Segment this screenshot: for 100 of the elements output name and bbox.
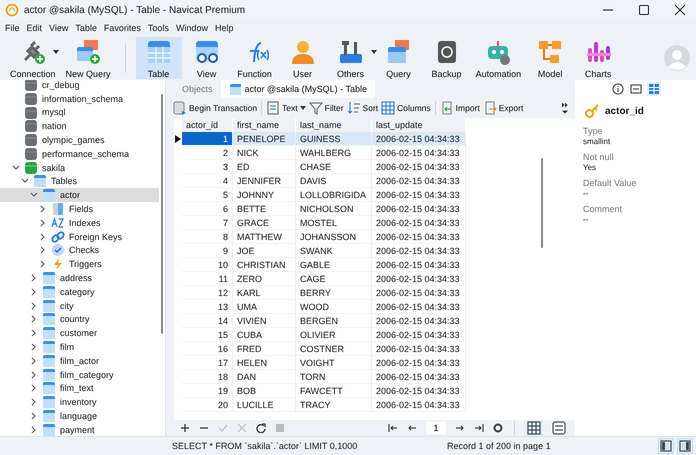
expand-icon[interactable] [30, 370, 38, 379]
toolbar-button[interactable]: Import [438, 101, 481, 115]
toolbar-button[interactable]: Sort [346, 101, 380, 115]
tree-item[interactable]: nation [0, 119, 159, 134]
toolbar-button[interactable]: Charts [575, 37, 622, 79]
maximize-icon[interactable] [638, 4, 650, 16]
pane-toggle-button[interactable] [677, 438, 693, 454]
view-button[interactable] [551, 420, 567, 436]
refresh-icon[interactable] [256, 423, 266, 433]
next-page-icon[interactable] [455, 423, 465, 433]
page-field[interactable]: 1 [426, 422, 446, 434]
tree-item[interactable]: Tables [0, 174, 159, 188]
tree-item[interactable]: Triggers [0, 257, 159, 272]
expand-icon[interactable] [30, 398, 38, 406]
expand-icon[interactable] [30, 343, 38, 352]
toolbar-button[interactable]: View [184, 37, 230, 79]
tree-item[interactable]: mysql [0, 106, 159, 120]
toolbar-button[interactable]: Function [232, 37, 278, 79]
toolbar-button[interactable]: Query [376, 37, 422, 79]
tree-item[interactable]: country [0, 312, 159, 326]
tab[interactable]: Objects [174, 80, 221, 98]
tree-item[interactable]: sakila [0, 160, 159, 175]
toolbar-button[interactable]: Begin Transaction [172, 101, 258, 115]
toolbar-button[interactable]: Export [482, 101, 524, 115]
add-icon[interactable] [180, 423, 190, 433]
tree-item[interactable]: film_text [0, 382, 159, 396]
expand-icon[interactable] [39, 232, 47, 241]
tab[interactable]: actor @sakila (MySQL) - Table [220, 80, 376, 98]
toolbar-button[interactable]: Connection [6, 37, 60, 79]
tree-item[interactable]: cr_debug [0, 80, 159, 92]
first-page-icon[interactable] [388, 423, 398, 433]
previous-page-icon[interactable] [407, 423, 417, 433]
toolbar-button[interactable]: New Query [62, 37, 115, 79]
tree-item[interactable]: Indexes [0, 216, 159, 230]
collapse-icon[interactable] [30, 191, 38, 200]
column-header[interactable]: last_update [372, 118, 466, 132]
toolbar-button[interactable]: Filter [308, 101, 345, 115]
tree-item[interactable]: payment [0, 422, 159, 436]
menu-item[interactable]: Tools [148, 23, 169, 33]
expand-icon[interactable] [30, 356, 38, 365]
tree-item[interactable]: category [0, 284, 159, 299]
expand-icon[interactable] [39, 205, 47, 214]
expand-icon[interactable] [30, 302, 38, 310]
tree-item[interactable]: film_category [0, 368, 159, 382]
toolbar-button[interactable]: Table [136, 37, 182, 79]
tree-item[interactable]: address [0, 271, 159, 285]
tree-item[interactable]: inventory [0, 395, 159, 410]
toolbar-button[interactable]: Others [328, 37, 374, 79]
table-cell: 7 [182, 216, 233, 230]
tree-item[interactable]: olympic_games [0, 133, 159, 147]
tree-item[interactable]: information_schema [0, 92, 159, 106]
collapse-icon[interactable] [12, 164, 20, 172]
tree-item[interactable]: actor [0, 188, 159, 202]
expand-icon[interactable] [30, 412, 38, 420]
view-button[interactable] [526, 420, 542, 436]
tree-item[interactable]: customer [0, 326, 159, 340]
expand-icon[interactable] [39, 246, 47, 254]
toolbar-button[interactable]: Text [265, 101, 307, 115]
expand-icon[interactable] [30, 315, 38, 324]
scrollbar[interactable] [541, 158, 543, 248]
settings-icon[interactable] [493, 423, 503, 433]
toolbar-button[interactable]: Model [527, 37, 574, 79]
close-icon[interactable] [674, 4, 686, 16]
menu-item[interactable]: Favorites [104, 23, 141, 33]
tree-item[interactable]: Fields [0, 202, 159, 216]
toolbar-button[interactable]: Backup [424, 37, 470, 79]
expand-icon[interactable] [39, 260, 47, 268]
expand-icon[interactable] [30, 288, 38, 296]
toolbar-button[interactable]: User [280, 37, 326, 79]
panel-tab[interactable] [628, 82, 642, 96]
tree-item[interactable]: performance_schema [0, 146, 159, 161]
menu-item[interactable]: Help [214, 23, 234, 33]
column-header[interactable]: actor_id [182, 118, 233, 132]
tree-item[interactable]: Foreign Keys [0, 230, 159, 244]
check-icon[interactable] [218, 423, 228, 433]
expand-icon[interactable] [30, 274, 38, 282]
menu-item[interactable]: Edit [26, 23, 42, 33]
tree-item[interactable]: language [0, 409, 159, 423]
tree-item[interactable]: film [0, 340, 159, 354]
expand-icon[interactable] [30, 384, 38, 392]
toolbar-button[interactable]: Automation [472, 37, 526, 79]
pane-toggle-button[interactable] [658, 438, 674, 454]
expand-icon[interactable] [39, 218, 47, 227]
tree-item[interactable]: film_actor [0, 354, 159, 368]
more-icon[interactable] [561, 102, 569, 114]
tree-item[interactable]: city [0, 298, 159, 313]
column-header[interactable]: first_name [233, 118, 296, 132]
panel-tab[interactable] [610, 82, 624, 96]
menu-item[interactable]: Window [176, 23, 208, 33]
column-header[interactable]: last_name [296, 118, 372, 132]
menu-item[interactable]: View [49, 23, 68, 33]
menu-item[interactable]: File [5, 23, 20, 33]
expand-icon[interactable] [30, 426, 38, 434]
toolbar-button[interactable]: Columns [380, 101, 432, 115]
scrollbar[interactable] [161, 94, 163, 334]
last-page-icon[interactable] [474, 423, 484, 433]
expand-icon[interactable] [30, 329, 38, 338]
tree-item[interactable]: Checks [0, 244, 159, 258]
menu-item[interactable]: Table [75, 23, 97, 33]
collapse-icon[interactable] [21, 177, 29, 186]
